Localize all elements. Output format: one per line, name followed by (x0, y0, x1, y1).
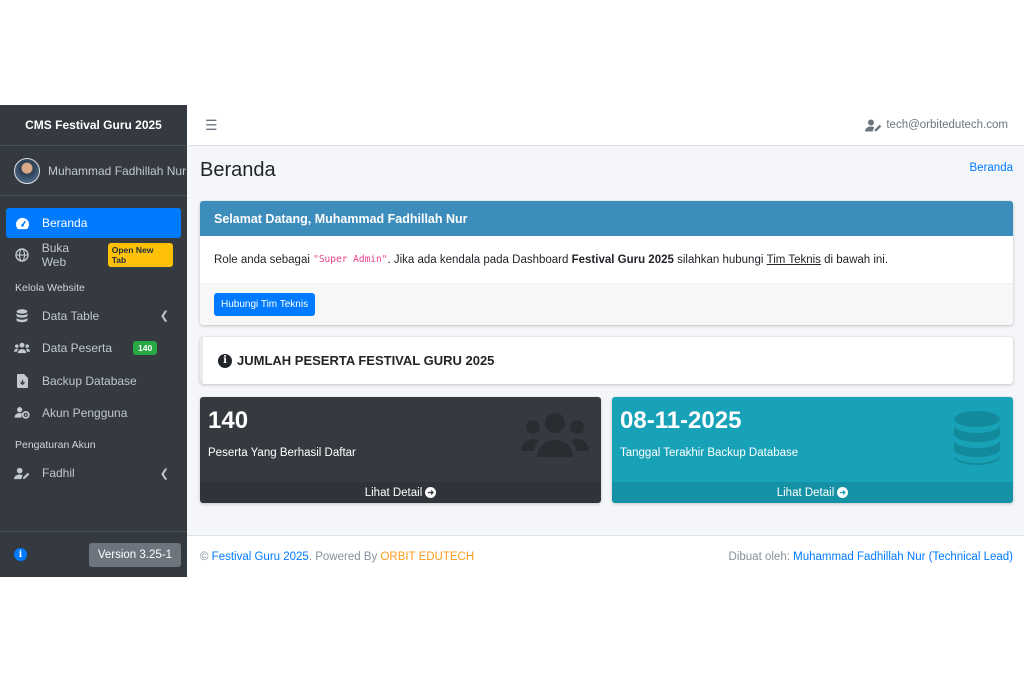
welcome-text: . Jika ada kendala pada Dashboard (387, 253, 572, 266)
chevron-left-icon: ❮ (159, 467, 169, 480)
users-icon (521, 411, 589, 462)
users-icon (14, 341, 30, 355)
participant-count-card: i JUMLAH PESERTA FESTIVAL GURU 2025 (200, 337, 1013, 384)
sidebar-item-label: Akun Pengguna (42, 405, 128, 420)
stat-footer-link[interactable]: Lihat Detail ➜ (612, 482, 1013, 503)
sidebar-nav: Beranda Buka Web Open New Tab Kelola Web… (0, 196, 187, 488)
stat-value: 140 (208, 407, 249, 434)
sidebar-item-backup-database[interactable]: Backup Database (6, 366, 181, 396)
welcome-text: Role anda sebagai (214, 253, 314, 266)
dashboard-icon (14, 216, 30, 230)
user-email: tech@orbitedutech.com (886, 119, 1008, 131)
open-new-tab-badge: Open New Tab (107, 243, 173, 268)
database-icon (953, 411, 1001, 468)
stat-label: Peserta Yang Berhasil Daftar (208, 447, 356, 459)
main-footer: © Festival Guru 2025. Powered By ORBIT E… (187, 535, 1024, 577)
sidebar-item-label: Beranda (42, 216, 88, 230)
avatar (14, 157, 40, 184)
page-title: Beranda (200, 159, 276, 181)
user-panel[interactable]: Muhammad Fadhillah Nur (0, 146, 187, 196)
role-code: "Super Admin" (313, 254, 388, 265)
stat-footer-text: Lihat Detail (364, 486, 423, 499)
database-icon (14, 309, 30, 323)
tim-teknis-link[interactable]: Tim Teknis (767, 254, 821, 266)
content-wrapper: Beranda Beranda Selamat Datang, Muhammad… (187, 146, 1024, 535)
user-edit-icon (865, 119, 882, 132)
copyright-text: © (200, 550, 212, 563)
arrow-circle-right-icon: ➜ (837, 487, 849, 498)
site-link[interactable]: Festival Guru 2025 (212, 551, 309, 563)
welcome-card-title: Selamat Datang, Muhammad Fadhillah Nur (200, 201, 1013, 236)
stat-label: Tanggal Terakhir Backup Database (620, 447, 799, 459)
footer-right: Dibuat oleh: Muhammad Fadhillah Nur (Tec… (729, 551, 1013, 563)
file-download-icon (14, 373, 30, 388)
app-name: Festival Guru 2025 (571, 253, 674, 266)
stat-box-backup: 08-11-2025 Tanggal Terakhir Backup Datab… (612, 397, 1013, 503)
globe-icon (14, 248, 30, 263)
sidebar-item-label: Backup Database (42, 373, 137, 388)
stat-footer-text: Lihat Detail (776, 486, 835, 499)
user-menu[interactable]: tech@orbitedutech.com (865, 119, 1008, 132)
menu-toggle-icon[interactable]: ☰ (205, 117, 218, 134)
peserta-count-badge: 140 (133, 341, 158, 356)
welcome-text: silahkan hubungi (673, 253, 767, 266)
author-link[interactable]: Muhammad Fadhillah Nur (Technical Lead) (793, 551, 1013, 563)
welcome-card: Selamat Datang, Muhammad Fadhillah Nur R… (200, 201, 1013, 325)
sidebar-item-data-peserta[interactable]: Data Peserta 140 (6, 333, 181, 363)
info-circle-icon: i (218, 353, 232, 368)
nav-header-kelola: Kelola Website (15, 281, 85, 294)
sidebar-item-label: Fadhil (42, 466, 75, 481)
brand-text: CMS Festival Guru 2025 (25, 118, 162, 132)
sidebar-item-label: Buka Web (41, 241, 70, 270)
footer-left: © Festival Guru 2025. Powered By ORBIT E… (200, 551, 474, 563)
sidebar-item-akun-pengguna[interactable]: Akun Pengguna (6, 398, 181, 428)
company-link[interactable]: ORBIT EDUTECH (380, 551, 474, 563)
breadcrumb[interactable]: Beranda (970, 162, 1013, 174)
count-card-title: i JUMLAH PESERTA FESTIVAL GURU 2025 (218, 353, 494, 368)
sidebar-item-data-table[interactable]: Data Table ❮ (6, 301, 181, 331)
nav-header-pengaturan: Pengaturan Akun (15, 439, 96, 452)
top-navbar: ☰ tech@orbitedutech.com (187, 105, 1024, 146)
contact-team-button[interactable]: Hubungi Tim Teknis (214, 293, 316, 316)
arrow-circle-right-icon: ➜ (425, 487, 437, 498)
chevron-left-icon: ❮ (159, 310, 169, 323)
version-button[interactable]: Version 3.25-1 (88, 542, 181, 567)
stat-box-peserta: 140 Peserta Yang Berhasil Daftar Lihat D… (200, 397, 601, 503)
stat-value: 08-11-2025 (620, 407, 742, 434)
brand-link[interactable]: CMS Festival Guru 2025 (0, 105, 187, 146)
users-cog-icon (14, 406, 30, 420)
sidebar-footer: i Version 3.25-1 (0, 531, 187, 577)
welcome-message: Role anda sebagai "Super Admin" . Jika a… (200, 236, 1013, 284)
made-by-text: Dibuat oleh: (728, 550, 794, 563)
user-name: Muhammad Fadhillah Nur (48, 163, 187, 178)
sidebar-item-fadhil[interactable]: Fadhil ❮ (6, 458, 181, 488)
sidebar-item-buka-web[interactable]: Buka Web Open New Tab (6, 240, 181, 270)
sidebar-item-label: Data Peserta (42, 341, 113, 356)
stat-footer-link[interactable]: Lihat Detail ➜ (200, 482, 601, 503)
sidebar: CMS Festival Guru 2025 Muhammad Fadhilla… (0, 105, 187, 577)
sidebar-item-beranda[interactable]: Beranda (6, 208, 181, 238)
powered-by-text: . Powered By (308, 550, 381, 563)
user-edit-icon (14, 466, 30, 480)
welcome-card-footer: Hubungi Tim Teknis (200, 284, 1013, 325)
sidebar-item-label: Data Table (42, 308, 100, 323)
welcome-text: di bawah ini. (820, 253, 889, 266)
info-icon[interactable]: i (14, 548, 27, 561)
count-card-title-text: JUMLAH PESERTA FESTIVAL GURU 2025 (237, 353, 495, 368)
app-root: CMS Festival Guru 2025 Muhammad Fadhilla… (0, 105, 1024, 577)
